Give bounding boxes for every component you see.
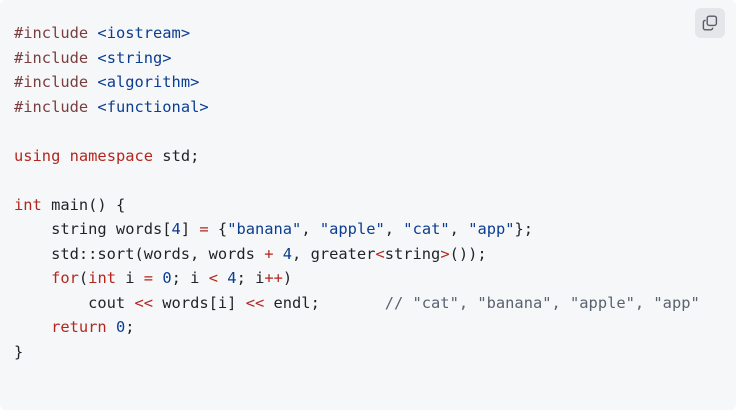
code-token: < xyxy=(208,269,218,287)
code-token: 4 xyxy=(171,220,181,238)
code-token: }; xyxy=(514,220,534,238)
code-token: , xyxy=(449,220,469,238)
code-token: , xyxy=(384,220,404,238)
code-token: > xyxy=(440,244,450,263)
code-token: } xyxy=(14,342,24,361)
code-token: using xyxy=(14,146,61,165)
code-token: "cat" xyxy=(403,220,450,238)
code-line: std::sort(words, words + 4, greater<stri… xyxy=(14,242,700,267)
code-line: ​ xyxy=(14,119,700,144)
code-token: #include xyxy=(14,24,89,42)
code-token: "apple" xyxy=(319,220,385,238)
code-token: ++ xyxy=(264,269,283,287)
code-token: string xyxy=(384,244,441,263)
code-line: #include <algorithm> xyxy=(14,70,700,95)
code-text: #include <iostream> #include <string> #inc… xyxy=(14,21,700,364)
code-token: , greater xyxy=(292,244,376,263)
code-token: <functional> xyxy=(97,97,209,116)
code-token: #include xyxy=(14,97,89,116)
code-token: ; i xyxy=(171,269,209,287)
code-line: int main() { xyxy=(14,193,700,218)
code-token: string words[ xyxy=(14,220,172,238)
code-token: <algorithm> xyxy=(97,73,200,91)
code-token: <string> xyxy=(97,48,172,67)
code-token: ] xyxy=(180,220,200,238)
code-line: ​ xyxy=(14,168,700,193)
code-token: std; xyxy=(153,146,200,165)
code-token: ()); xyxy=(449,244,487,263)
code-token: #include xyxy=(14,48,89,67)
code-block: #include <iostream> #include <string> #inc… xyxy=(0,0,736,410)
code-token: return xyxy=(51,318,107,336)
code-line: #include <iostream> xyxy=(14,21,700,46)
code-line: } xyxy=(14,340,700,365)
code-token: words[i] xyxy=(153,293,246,312)
code-line: #include <functional> xyxy=(14,95,700,120)
code-token: std::sort(words, words xyxy=(14,244,265,263)
code-token: 0 xyxy=(115,318,126,336)
code-token: 0 xyxy=(162,269,172,287)
code-token: main() { xyxy=(41,195,126,214)
code-token: 4 xyxy=(282,244,293,263)
code-token: ; xyxy=(125,318,135,336)
code-token: for xyxy=(51,269,79,287)
code-token: "app" xyxy=(468,220,515,238)
code-token: { xyxy=(208,220,228,238)
code-line: cout << words[i] << endl; // "cat", "ban… xyxy=(14,291,700,316)
code-token: // "cat", "banana", "apple", "app" xyxy=(384,293,700,312)
code-token: int xyxy=(88,269,116,287)
code-token: 4 xyxy=(227,269,237,287)
code-line: #include <string> xyxy=(14,46,700,71)
code-token: = xyxy=(143,269,154,287)
code-line: return 0; xyxy=(14,315,700,340)
code-token: ( xyxy=(78,269,89,287)
code-line: string words[4] = {"banana", "apple", "c… xyxy=(14,217,700,242)
code-token: << xyxy=(245,293,265,312)
code-token: "banana" xyxy=(227,220,302,238)
code-token: cout xyxy=(14,293,135,312)
code-token: << xyxy=(134,293,154,312)
code-token: namespace xyxy=(69,146,154,165)
code-token: ) xyxy=(282,269,293,287)
code-token: , xyxy=(301,220,320,238)
code-token: < xyxy=(375,244,385,263)
code-token: i xyxy=(115,269,144,287)
code-token: = xyxy=(199,220,209,238)
code-token: <iostream> xyxy=(97,24,191,42)
code-token: ; i xyxy=(236,269,265,287)
code-line: for(int i = 0; i < 4; i++) xyxy=(14,266,700,291)
copy-icon xyxy=(702,15,718,31)
code-token: endl; xyxy=(264,293,385,312)
code-token: #include xyxy=(14,73,89,91)
code-token: int xyxy=(14,195,42,214)
code-line: using namespace std; xyxy=(14,144,700,169)
